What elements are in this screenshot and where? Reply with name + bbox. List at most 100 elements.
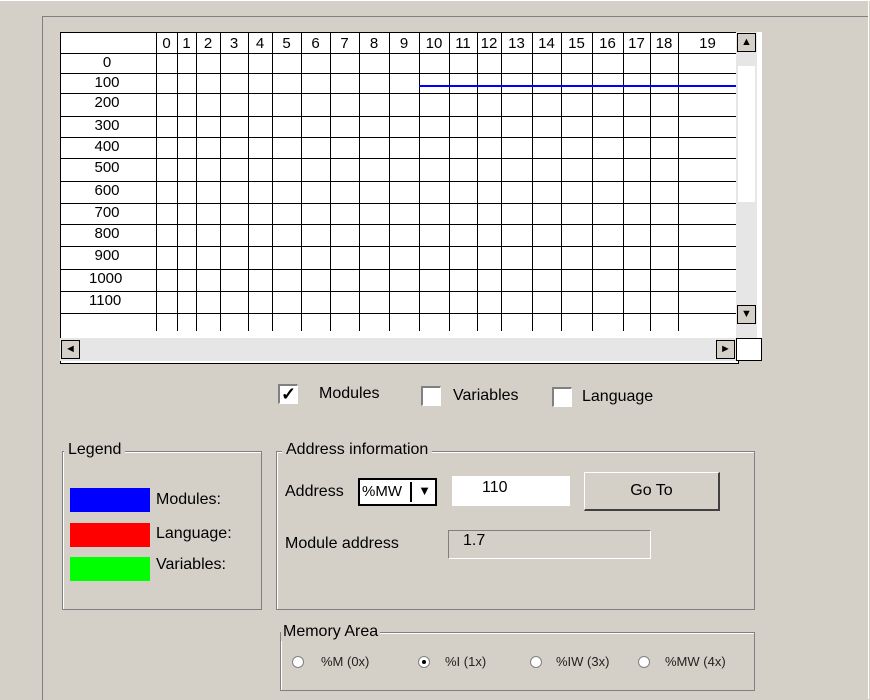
column-header: 18 bbox=[655, 35, 673, 52]
vertical-scroll-thumb[interactable] bbox=[738, 66, 755, 202]
modules-color-swatch bbox=[70, 488, 150, 512]
grid-cells: 0 1 2 3 4 5 6 7 8 9 10 11 12 13 14 15 16 17 18 19 0 100 200 300… bbox=[61, 33, 737, 342]
column-header: 10 bbox=[425, 35, 443, 52]
memory-m-radio[interactable] bbox=[292, 656, 304, 668]
row-header: 200 bbox=[94, 94, 120, 111]
legend-variables-label: Variables: bbox=[156, 556, 226, 573]
legend-modules-label: Modules: bbox=[156, 491, 221, 508]
grid-row-line bbox=[61, 53, 737, 54]
grid-row-line bbox=[61, 291, 737, 292]
text-cursor bbox=[410, 482, 412, 502]
grid-column-line bbox=[419, 33, 420, 331]
language-checkbox[interactable] bbox=[552, 387, 572, 407]
row-header: 500 bbox=[94, 159, 120, 176]
variables-checkbox-label[interactable]: Variables bbox=[453, 387, 519, 405]
row-header: 1100 bbox=[89, 292, 122, 309]
grid-row-line bbox=[61, 181, 737, 182]
column-header: 6 bbox=[311, 35, 320, 52]
module-address-label: Module address bbox=[285, 535, 399, 552]
grid-row-line bbox=[61, 203, 737, 204]
column-header: 2 bbox=[203, 35, 213, 52]
grid-column-line bbox=[156, 33, 157, 331]
memory-i-label[interactable]: %I (1x) bbox=[445, 654, 486, 669]
grid-column-line bbox=[678, 33, 679, 331]
variables-color-swatch bbox=[70, 557, 150, 581]
grid-column-line bbox=[389, 33, 390, 331]
grid-column-line bbox=[330, 33, 331, 331]
column-header: 15 bbox=[568, 35, 585, 52]
vertical-scrollbar[interactable]: ▲ ▼ bbox=[736, 32, 762, 338]
memory-map-grid[interactable]: 0 1 2 3 4 5 6 7 8 9 10 11 12 13 14 15 16 17 18 19 0 100 200 300… bbox=[60, 32, 739, 364]
radio-selected-dot bbox=[422, 660, 426, 664]
scroll-up-button[interactable]: ▲ bbox=[737, 33, 756, 52]
column-header: 16 bbox=[599, 35, 616, 52]
legend-language-label: Language: bbox=[156, 525, 232, 542]
chevron-down-icon[interactable]: ▼ bbox=[418, 483, 431, 498]
row-header: 0 bbox=[102, 54, 112, 71]
row-header: 1000 bbox=[89, 270, 123, 287]
column-header: 13 bbox=[508, 35, 525, 52]
row-header: 300 bbox=[94, 117, 120, 134]
memory-i-radio[interactable] bbox=[418, 656, 430, 668]
memory-iw-radio[interactable] bbox=[530, 656, 542, 668]
address-information-title: Address information bbox=[282, 441, 433, 459]
go-to-button[interactable]: Go To bbox=[584, 472, 720, 511]
address-type-value: %MW bbox=[362, 483, 402, 500]
variables-checkbox[interactable] bbox=[421, 386, 441, 406]
column-header: 9 bbox=[399, 35, 409, 52]
memory-iw-label[interactable]: %IW (3x) bbox=[556, 654, 609, 669]
grid-column-line bbox=[449, 33, 450, 331]
memory-m-label[interactable]: %M (0x) bbox=[321, 654, 369, 669]
grid-row-line bbox=[61, 158, 737, 159]
grid-column-line bbox=[272, 33, 273, 331]
column-header: 17 bbox=[628, 35, 645, 52]
memory-area-title: Memory Area bbox=[281, 623, 381, 641]
grid-column-line bbox=[177, 33, 178, 331]
row-header: 800 bbox=[94, 225, 120, 242]
column-header: 8 bbox=[369, 35, 379, 52]
grid-column-line bbox=[592, 33, 593, 331]
grid-column-line bbox=[532, 33, 533, 331]
column-header: 0 bbox=[162, 35, 171, 52]
grid-column-line bbox=[248, 33, 249, 331]
window-edge-right bbox=[868, 0, 869, 699]
grid-column-line bbox=[650, 33, 651, 331]
modules-segment bbox=[419, 85, 737, 87]
modules-checkbox-label[interactable]: Modules bbox=[319, 385, 379, 403]
row-header: 600 bbox=[94, 182, 120, 199]
modules-checkbox[interactable]: ✓ bbox=[278, 384, 298, 404]
grid-column-line bbox=[220, 33, 221, 331]
module-address-field: 1.7 bbox=[448, 530, 651, 559]
address-label: Address bbox=[285, 483, 344, 500]
grid-column-line bbox=[196, 33, 197, 331]
scroll-down-button[interactable]: ▼ bbox=[737, 305, 756, 324]
grid-row-line bbox=[61, 116, 737, 117]
column-header: 5 bbox=[282, 35, 291, 52]
language-checkbox-label[interactable]: Language bbox=[582, 388, 653, 406]
column-header: 4 bbox=[255, 35, 265, 52]
grid-row-line bbox=[61, 269, 737, 270]
grid-column-line bbox=[359, 33, 360, 331]
memory-mw-radio[interactable] bbox=[638, 656, 650, 668]
memory-mw-label[interactable]: %MW (4x) bbox=[665, 654, 726, 669]
scrollbar-corner bbox=[736, 338, 762, 361]
grid-column-line bbox=[561, 33, 562, 331]
grid-column-line bbox=[623, 33, 624, 331]
scroll-left-button[interactable]: ◄ bbox=[61, 340, 80, 359]
horizontal-scrollbar[interactable]: ◄ ► bbox=[60, 338, 736, 361]
grid-column-line bbox=[501, 33, 502, 331]
grid-column-line bbox=[477, 33, 478, 331]
language-color-swatch bbox=[70, 523, 150, 547]
column-header: 3 bbox=[229, 35, 239, 52]
legend-title: Legend bbox=[64, 441, 126, 459]
grid-row-line bbox=[61, 246, 737, 247]
scroll-right-button[interactable]: ► bbox=[716, 340, 735, 359]
column-header: 14 bbox=[538, 35, 555, 52]
address-value-input[interactable]: 110 bbox=[452, 476, 570, 506]
column-header: 12 bbox=[480, 35, 498, 52]
grid-row-line bbox=[61, 224, 737, 225]
address-type-dropdown[interactable]: %MW ▼ bbox=[358, 478, 437, 506]
row-header: 700 bbox=[94, 204, 120, 221]
grid-row-line bbox=[61, 73, 737, 74]
grid-row-line bbox=[61, 313, 737, 314]
